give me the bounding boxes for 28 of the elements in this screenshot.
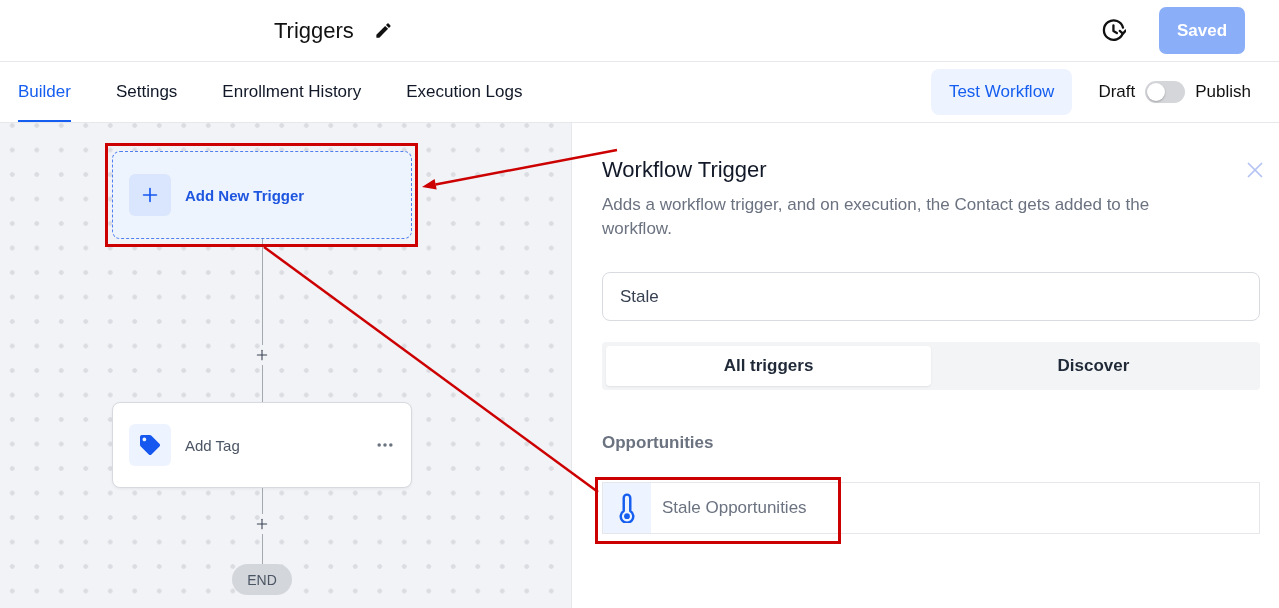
end-marker: END (232, 564, 292, 595)
plus-icon[interactable] (254, 347, 270, 363)
trigger-node[interactable]: Add New Trigger (112, 151, 412, 239)
publish-label: Publish (1195, 82, 1251, 102)
plus-icon[interactable] (254, 516, 270, 532)
toggle-switch[interactable] (1145, 81, 1186, 103)
test-workflow-button[interactable]: Test Workflow (930, 69, 1073, 115)
tab[interactable]: Settings (115, 62, 178, 122)
page-title: Triggers (274, 16, 354, 45)
tab[interactable]: Execution Logs (406, 62, 523, 122)
trigger-list-item[interactable]: Stale Opportunities (602, 482, 1260, 534)
connector-line (261, 365, 263, 402)
panel-title: Workflow Trigger (602, 156, 767, 184)
pencil-icon[interactable] (373, 21, 393, 40)
action-node[interactable]: Add Tag (112, 402, 412, 488)
draft-label: Draft (1098, 82, 1136, 102)
segment-tab[interactable]: Discover (931, 346, 1256, 386)
tab[interactable]: Enrollment History (222, 62, 362, 122)
connector-line (261, 534, 263, 564)
panel-description: Adds a workflow trigger, and on execution, the Contact gets added to the workflow. (602, 194, 1151, 240)
segment-tab[interactable]: All triggers (606, 346, 931, 386)
section-heading: Opportunities (602, 433, 715, 453)
history-icon[interactable] (1102, 18, 1126, 43)
thermometer-icon (603, 483, 651, 533)
plus-icon (129, 174, 171, 216)
search-field[interactable]: Stale (602, 272, 1260, 321)
tag-icon (129, 424, 171, 466)
connector-line (261, 488, 263, 514)
